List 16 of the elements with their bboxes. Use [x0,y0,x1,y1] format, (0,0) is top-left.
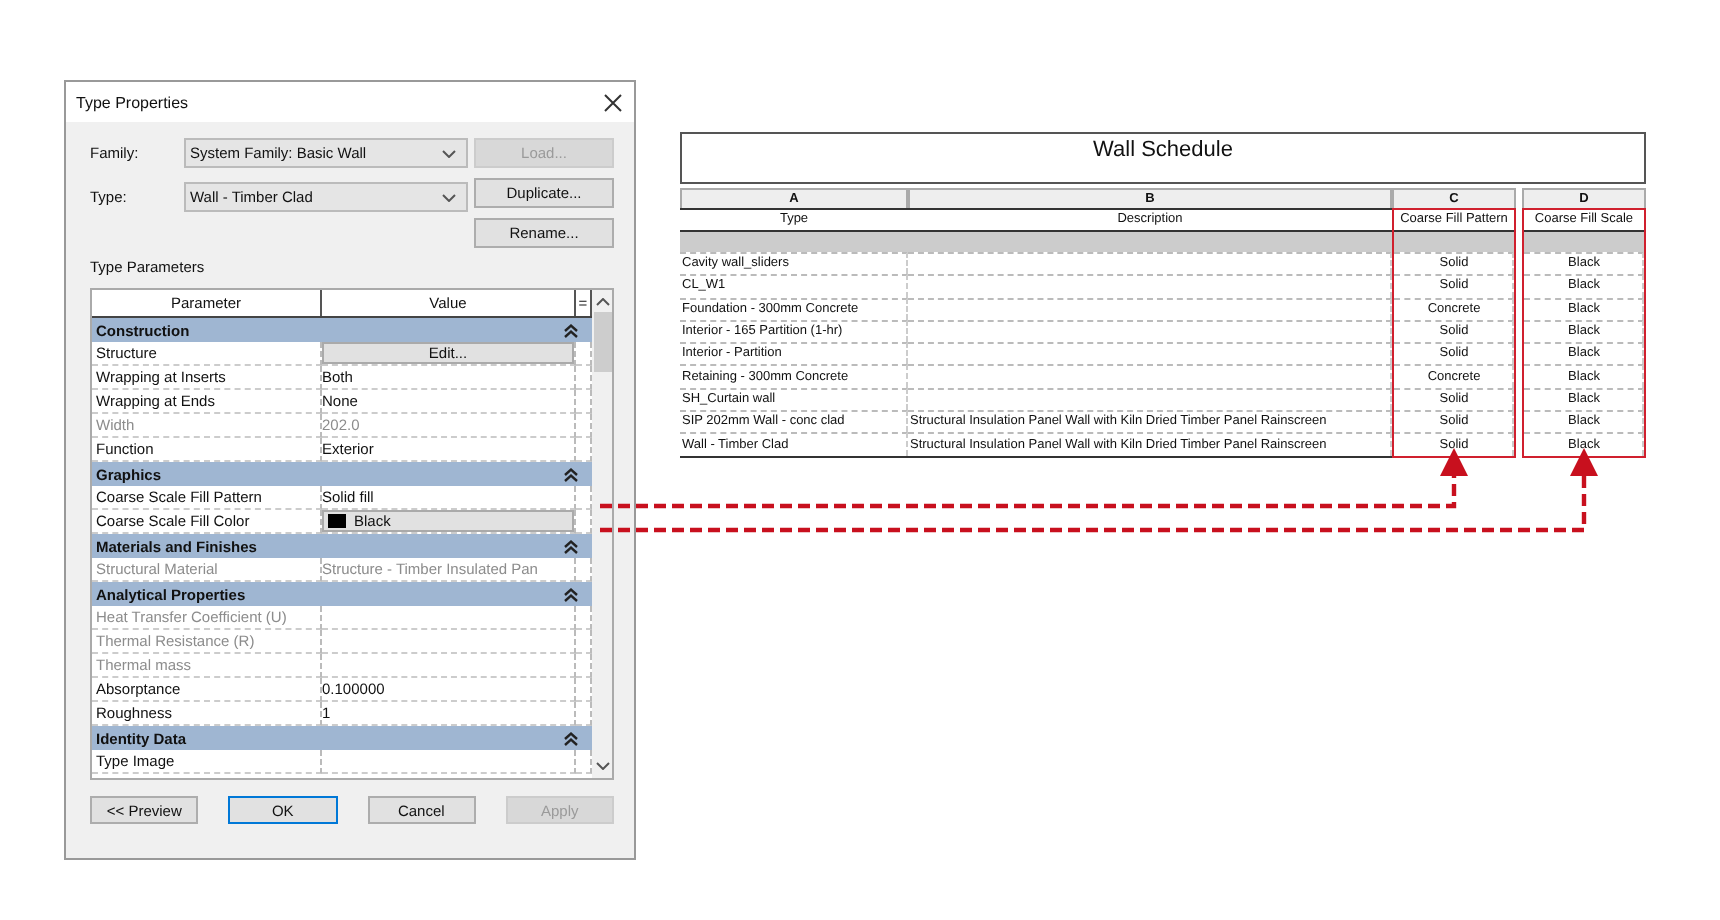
scrollbar-thumb[interactable] [593,312,611,372]
scrollbar[interactable] [592,290,612,778]
scroll-up-icon[interactable] [595,298,609,306]
schedule-title: Wall Schedule [680,132,1646,184]
chevron-down-icon [442,149,456,157]
chevron-down-icon [442,193,456,201]
close-icon[interactable] [604,93,622,111]
blank-row [1394,232,1514,252]
dialog-title: Type Properties [76,93,189,111]
blank-row [1524,232,1644,252]
collapse-icon[interactable] [564,587,578,601]
collapse-icon[interactable] [564,323,578,337]
scroll-down-icon[interactable] [595,762,609,770]
collapse-icon[interactable] [564,731,578,745]
collapse-icon[interactable] [564,467,578,481]
collapse-icon[interactable] [564,539,578,553]
